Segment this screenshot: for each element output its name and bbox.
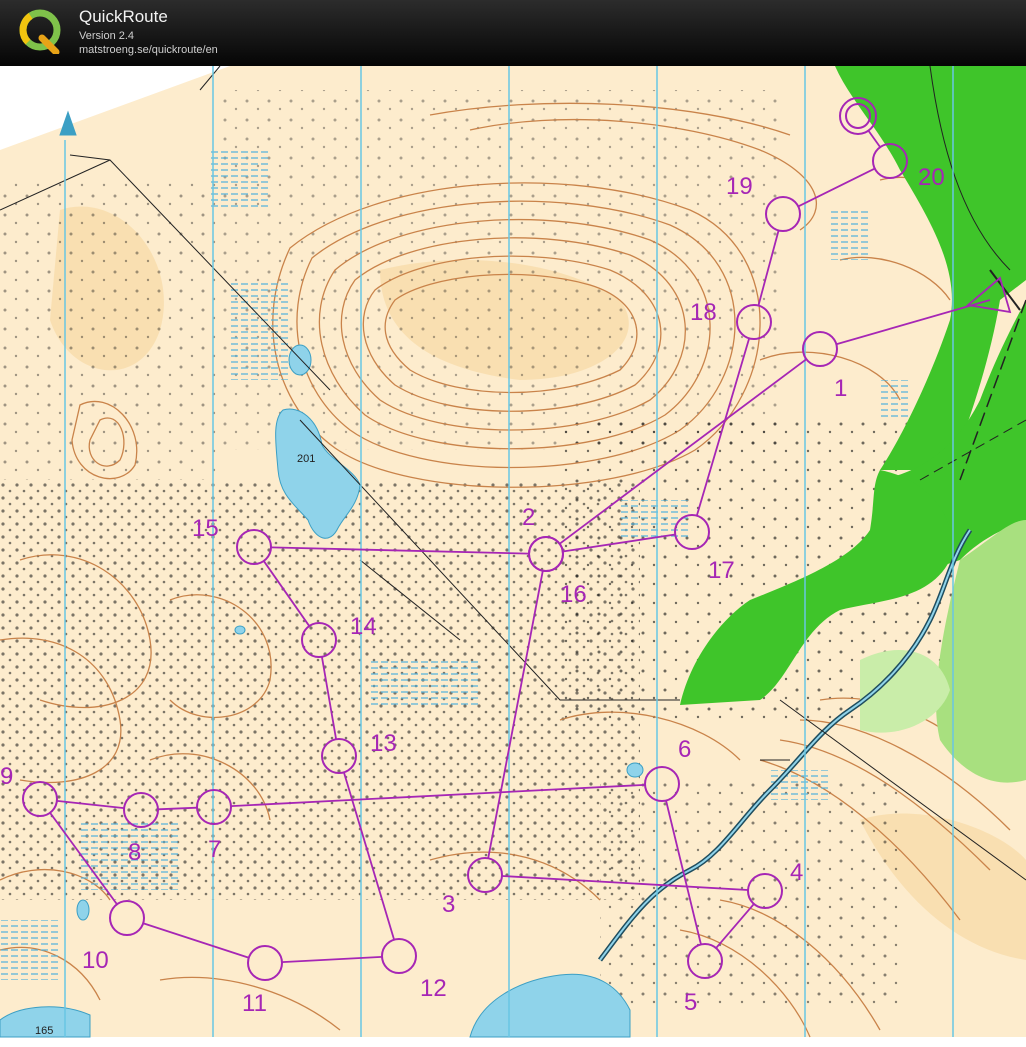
spot-height: 201	[297, 453, 315, 465]
control-number-label: 8	[128, 839, 141, 866]
control-number-label: 12	[420, 975, 447, 1002]
spot-height: 165	[35, 1025, 53, 1037]
control-number-label: 16	[560, 581, 587, 608]
control-number-label: 19	[726, 173, 753, 200]
control-number-label: 13	[370, 730, 397, 757]
control-number-label: 17	[708, 557, 735, 584]
control-number-label: 10	[82, 947, 109, 974]
control-number-label: 5	[684, 989, 697, 1016]
control-number-label: 20	[918, 164, 945, 191]
orienteering-map[interactable]: 201 165 12345678910111213141516171819 20	[0, 66, 1026, 1047]
pond	[76, 899, 90, 921]
control-number-label: 14	[350, 613, 377, 640]
control-number-label: 18	[690, 299, 717, 326]
app-url-link[interactable]: matstroeng.se/quickroute/en	[79, 44, 218, 56]
app-version: Version 2.4	[79, 30, 135, 42]
control-number-label: 3	[442, 891, 455, 918]
control-number-label: 15	[192, 515, 219, 542]
control-number-label: 2	[522, 504, 535, 531]
app-title: QuickRoute	[79, 7, 168, 26]
quickroute-q-logo-icon	[19, 9, 61, 54]
control-number-label: 11	[242, 990, 267, 1017]
control-number-label: 1	[834, 375, 847, 402]
pond	[626, 762, 644, 778]
control-number-label: 9	[0, 763, 13, 790]
pond	[234, 625, 246, 635]
pond	[288, 344, 312, 376]
app-header: QuickRoute Version 2.4 matstroeng.se/qui…	[0, 0, 1026, 66]
control-number-label: 7	[208, 836, 221, 863]
control-number-label: 4	[790, 859, 803, 886]
control-number-label: 6	[678, 736, 691, 763]
